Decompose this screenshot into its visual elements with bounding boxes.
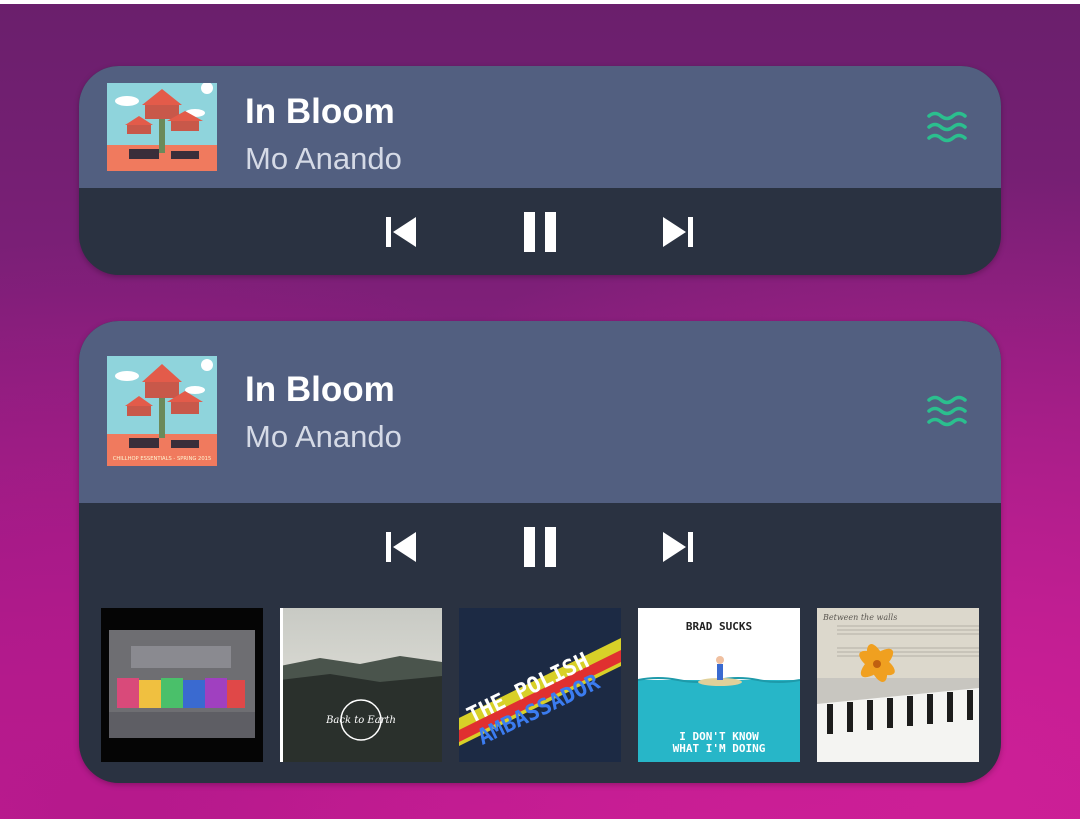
svg-text:Between the walls: Between the walls <box>822 613 897 622</box>
music-widget-large: CHILLHOP ESSENTIALS - SPRING 2015 In Blo… <box>79 321 1001 783</box>
brad-sucks-cover[interactable]: BRAD SUCKS I DON'T KNOW WHAT I'M DOING <box>638 608 800 762</box>
wave-icon[interactable] <box>927 110 967 144</box>
the-polish-ambassador-cover[interactable]: THE POLISH AMBASSADOR <box>459 608 621 762</box>
wave-icon[interactable] <box>927 394 967 428</box>
svg-text:BRAD SUCKS: BRAD SUCKS <box>686 620 752 633</box>
svg-text:WHAT I'M DOING: WHAT I'M DOING <box>673 742 766 755</box>
skip-next-icon <box>663 217 693 247</box>
skip-previous-icon <box>386 217 416 247</box>
now-playing-header[interactable]: In Bloom Mo Anando <box>79 66 1001 188</box>
previous-button[interactable] <box>376 206 428 258</box>
track-title: In Bloom <box>245 92 395 131</box>
glitch-rainbow-cover[interactable] <box>101 608 263 762</box>
track-title: In Bloom <box>245 370 395 409</box>
artist-name: Mo Anando <box>245 419 402 454</box>
next-button[interactable] <box>651 206 703 258</box>
back-to-earth-cover[interactable]: Back to Earth <box>280 608 442 762</box>
album-art <box>107 83 217 171</box>
between-the-walls-cover[interactable]: Between the walls <box>817 608 979 762</box>
pause-button[interactable] <box>514 206 566 258</box>
pause-icon <box>524 212 556 252</box>
top-edge <box>0 0 1080 4</box>
now-playing-header[interactable]: CHILLHOP ESSENTIALS - SPRING 2015 In Blo… <box>79 321 1001 503</box>
album-caption: CHILLHOP ESSENTIALS - SPRING 2015 <box>113 456 212 462</box>
previous-button[interactable] <box>376 521 428 573</box>
skip-next-icon <box>663 532 693 562</box>
music-widget-small: In Bloom Mo Anando <box>79 66 1001 275</box>
pause-icon <box>524 527 556 567</box>
recent-albums-row: Back to Earth THE POLISH AMBASSADOR BRAD… <box>101 608 981 762</box>
pause-button[interactable] <box>514 521 566 573</box>
svg-text:Back to Earth: Back to Earth <box>325 715 396 726</box>
artist-name: Mo Anando <box>245 141 402 176</box>
skip-previous-icon <box>386 532 416 562</box>
album-art: CHILLHOP ESSENTIALS - SPRING 2015 <box>107 356 217 466</box>
next-button[interactable] <box>651 521 703 573</box>
